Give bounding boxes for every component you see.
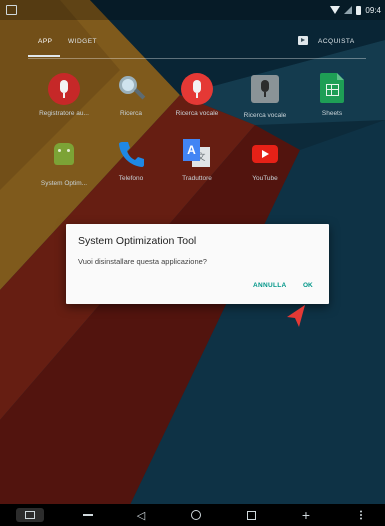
plus-icon: + [301,507,311,523]
app-system-optim[interactable]: System Optim... [30,138,98,187]
clock: 09:4 [365,5,381,15]
navigation-bar: ◁ + [0,504,385,526]
active-tab-indicator [28,55,60,57]
signal-icon [344,6,353,14]
app-ricerca[interactable]: Ricerca [97,73,165,117]
cancel-button[interactable]: ANNULLA [253,282,287,289]
uninstall-dialog: System Optimization Tool Vuoi disinstall… [66,224,329,304]
magnifier-icon [115,73,147,105]
dialog-message: Vuoi disinstallare questa applicazione? [78,257,207,266]
microphone-red-icon [48,73,80,105]
dialog-title: System Optimization Tool [78,235,197,247]
home-button[interactable] [186,504,206,526]
app-telefono[interactable]: Telefono [97,138,165,182]
wifi-icon [330,6,341,14]
notification-icon [6,5,17,15]
battery-icon [356,5,362,15]
tab-app[interactable]: APP [38,38,53,45]
microphone-grey-icon [251,75,279,103]
sheets-icon [320,73,344,103]
youtube-icon [252,145,278,163]
menu-button[interactable] [351,504,371,526]
app-sheets[interactable]: Sheets [298,73,366,117]
recents-icon [246,510,256,520]
divider [28,58,366,59]
app-ricerca-vocale[interactable]: Ricerca vocale [163,73,231,117]
recents-button[interactable] [241,504,261,526]
pointer-arrow-icon [287,305,305,327]
ok-button[interactable]: OK [303,282,313,289]
phone-icon [115,138,147,170]
app-registratore[interactable]: Registratore au... [30,73,98,117]
device-screen: 09:4 APP WIDGET ACQUISTA Registratore au… [0,0,385,526]
app-ricerca-vocale-2[interactable]: Ricerca vocale [231,73,299,119]
status-bar: 09:4 [0,0,385,20]
back-icon: ◁ [136,509,146,522]
screenshot-button[interactable] [10,504,50,526]
app-youtube[interactable]: YouTube [231,138,299,182]
minus-icon [83,514,93,516]
back-button[interactable]: ◁ [131,504,151,526]
camera-icon [16,508,44,522]
more-vert-icon [360,514,362,516]
translate-icon: 文A [181,138,213,170]
volume-down-button[interactable] [78,504,98,526]
app-traduttore[interactable]: 文A Traduttore [163,138,231,182]
home-icon [191,510,201,520]
android-icon [54,143,74,165]
tab-widget[interactable]: WIDGET [68,38,97,45]
play-store-icon[interactable] [298,36,308,45]
app-drawer-header: APP WIDGET ACQUISTA [0,32,385,60]
volume-up-button[interactable]: + [296,504,316,526]
store-button[interactable]: ACQUISTA [318,38,355,45]
microphone-icon [181,73,213,105]
